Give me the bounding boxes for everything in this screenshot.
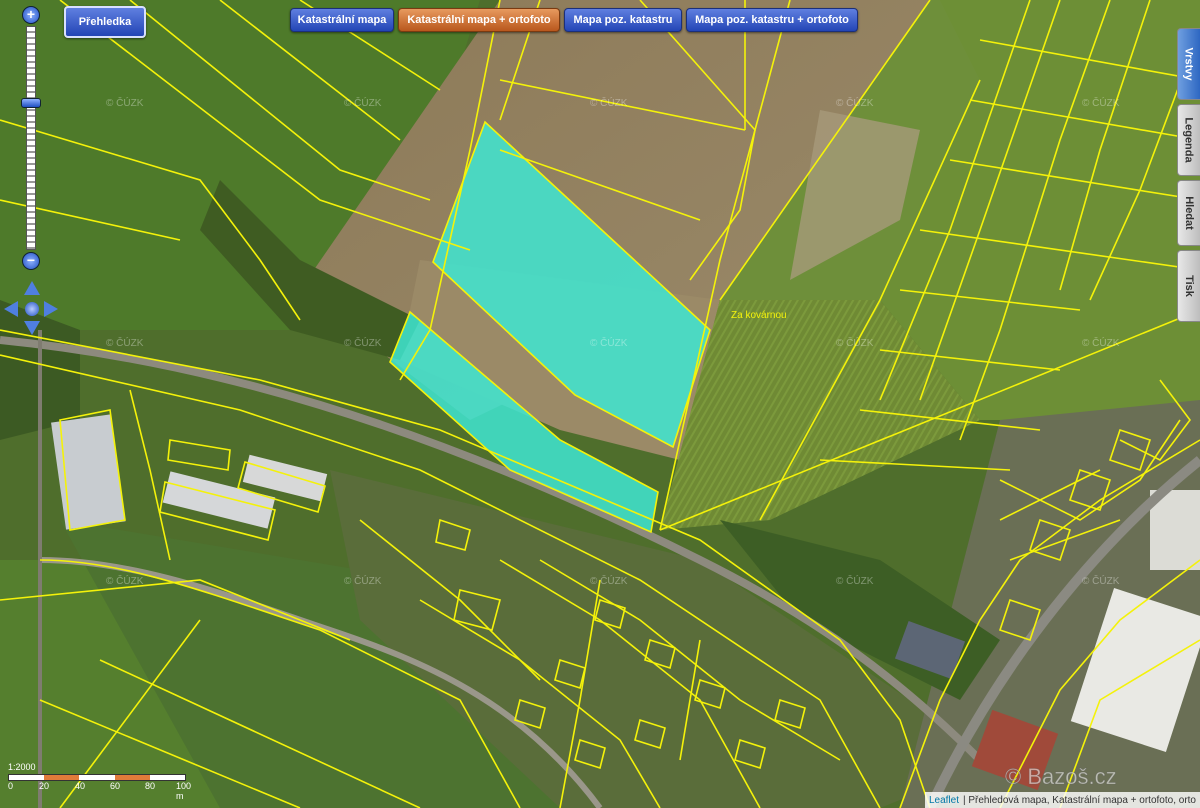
cuzk-watermark: © ČÚZK <box>1082 96 1120 109</box>
site-watermark: © Bazoš.cz <box>1005 764 1117 789</box>
zoom-slider-handle[interactable] <box>21 98 41 108</box>
attribution-text: | Přehledová mapa, Katastrální mapa + or… <box>962 794 1196 806</box>
cadastral-map[interactable]: © ČÚZK © ČÚZK © ČÚZK © ČÚZK © ČÚZK © ČÚZK © Č… <box>0 0 1200 808</box>
attribution: Leaflet | Přehledová mapa, Katastrální m… <box>924 792 1200 808</box>
cuzk-watermark: © ČÚZK <box>344 336 382 349</box>
cuzk-watermark: © ČÚZK <box>1082 574 1120 587</box>
cuzk-watermark: © ČÚZK <box>590 336 628 349</box>
zoom-slider-track[interactable] <box>26 26 36 250</box>
tab-print-label: Tisk <box>1183 275 1195 297</box>
cuzk-watermark: © ČÚZK <box>106 336 144 349</box>
cuzk-watermark: © ČÚZK <box>1082 336 1120 349</box>
pan-control <box>4 281 60 337</box>
cuzk-watermark: © ČÚZK <box>836 96 874 109</box>
pan-right-icon[interactable] <box>44 301 58 317</box>
tab-legend[interactable]: Legenda <box>1177 104 1200 176</box>
cuzk-watermark: © ČÚZK <box>590 574 628 587</box>
pan-left-icon[interactable] <box>4 301 18 317</box>
scale-ratio: 1:2000 <box>8 762 36 772</box>
leaflet-link[interactable]: Leaflet <box>929 795 959 806</box>
tab-legend-label: Legenda <box>1183 117 1196 163</box>
tab-layers-label: Vrstvy <box>1183 47 1195 81</box>
tab-print[interactable]: Tisk <box>1177 250 1200 322</box>
cuzk-watermark: © ČÚZK <box>344 574 382 587</box>
zoom-out-button[interactable]: − <box>22 252 40 270</box>
layer-button-cadastral-map[interactable]: Katastrální mapa <box>290 8 394 32</box>
pan-down-icon[interactable] <box>24 321 40 335</box>
zoom-control: + − <box>18 6 44 270</box>
scale-tick: 100 m <box>176 781 192 801</box>
pan-up-icon[interactable] <box>24 281 40 295</box>
zoom-in-button[interactable]: + <box>22 6 40 24</box>
cuzk-watermark: © ČÚZK <box>344 96 382 109</box>
pan-center-icon[interactable] <box>25 302 39 316</box>
layer-button-position-map[interactable]: Mapa poz. katastru <box>564 8 682 32</box>
tab-search[interactable]: Hledat <box>1177 180 1200 246</box>
scale-bar: 1:2000 0 20 40 60 80 100 m <box>8 762 198 802</box>
scale-tick: 20 <box>39 781 50 791</box>
scale-tick: 80 <box>145 781 156 791</box>
layer-button-position-ortho[interactable]: Mapa poz. katastru + ortofoto <box>686 8 858 32</box>
scale-tick: 40 <box>75 781 86 791</box>
layer-button-cadastral-ortho[interactable]: Katastrální mapa + ortofoto <box>398 8 560 32</box>
place-label: Za kovárnou <box>731 310 787 321</box>
cuzk-watermark: © ČÚZK <box>106 574 144 587</box>
scale-tick: 0 <box>8 781 14 791</box>
overview-button[interactable]: Přehledka <box>64 6 146 38</box>
cuzk-watermark: © ČÚZK <box>590 96 628 109</box>
cuzk-watermark: © ČÚZK <box>106 96 144 109</box>
cuzk-watermark: © ČÚZK <box>836 336 874 349</box>
scale-tick: 60 <box>110 781 121 791</box>
tab-search-label: Hledat <box>1183 196 1195 230</box>
cuzk-watermark: © ČÚZK <box>836 574 874 587</box>
tab-layers[interactable]: Vrstvy <box>1177 28 1200 100</box>
